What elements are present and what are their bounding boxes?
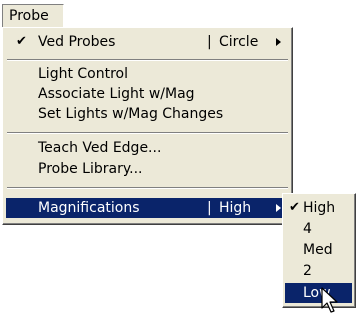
menu-item-label: Magnifications: [38, 200, 140, 216]
menu-item-label: Teach Ved Edge...: [38, 140, 162, 156]
menu-item-label: Probe Library...: [38, 161, 143, 177]
submenu-item-low[interactable]: Low: [285, 283, 352, 303]
submenu-item-4[interactable]: 4: [285, 219, 352, 239]
magnifications-submenu: ✔ High 4 Med 2 Low: [282, 193, 356, 308]
menu-divider: [7, 132, 288, 134]
menu-item-label: Set Lights w/Mag Changes: [38, 106, 224, 122]
menu-probe-label: Probe: [9, 8, 49, 24]
menu-item-label: Light Control: [38, 66, 128, 82]
check-icon: ✔: [16, 34, 27, 49]
check-icon: ✔: [289, 200, 300, 215]
submenu-item-label: High: [303, 200, 336, 216]
submenu-item-high[interactable]: ✔ High: [285, 198, 352, 218]
menu-item-probe-library[interactable]: Probe Library...: [6, 159, 289, 179]
menu-item-label: Associate Light w/Mag: [38, 86, 195, 102]
submenu-item-label: 2: [303, 263, 312, 279]
menu-divider: [7, 187, 288, 189]
current-value: Circle: [219, 34, 259, 50]
menu-probe[interactable]: Probe: [2, 4, 64, 28]
chevron-right-icon: [276, 204, 281, 212]
chevron-right-icon: [276, 38, 281, 46]
current-value: High: [219, 200, 252, 216]
value-separator: |: [207, 200, 212, 216]
submenu-item-label: 4: [303, 221, 312, 237]
menu-item-set-lights[interactable]: Set Lights w/Mag Changes: [6, 104, 289, 124]
submenu-item-med[interactable]: Med: [285, 240, 352, 260]
menu-item-associate-light[interactable]: Associate Light w/Mag: [6, 84, 289, 104]
value-separator: |: [207, 34, 212, 50]
menu-divider: [7, 59, 288, 61]
submenu-item-label: Med: [303, 242, 333, 258]
mouse-pointer-icon: [321, 287, 338, 313]
menu-item-light-control[interactable]: Light Control: [6, 64, 289, 84]
menu-item-magnifications[interactable]: Magnifications | High: [6, 198, 289, 218]
probe-dropdown-menu: ✔ Ved Probes | Circle Light Control Asso…: [2, 27, 293, 225]
submenu-item-2[interactable]: 2: [285, 261, 352, 281]
menu-item-ved-probes[interactable]: ✔ Ved Probes | Circle: [6, 32, 289, 52]
menu-item-label: Ved Probes: [38, 34, 116, 50]
menu-item-teach-ved-edge[interactable]: Teach Ved Edge...: [6, 138, 289, 158]
